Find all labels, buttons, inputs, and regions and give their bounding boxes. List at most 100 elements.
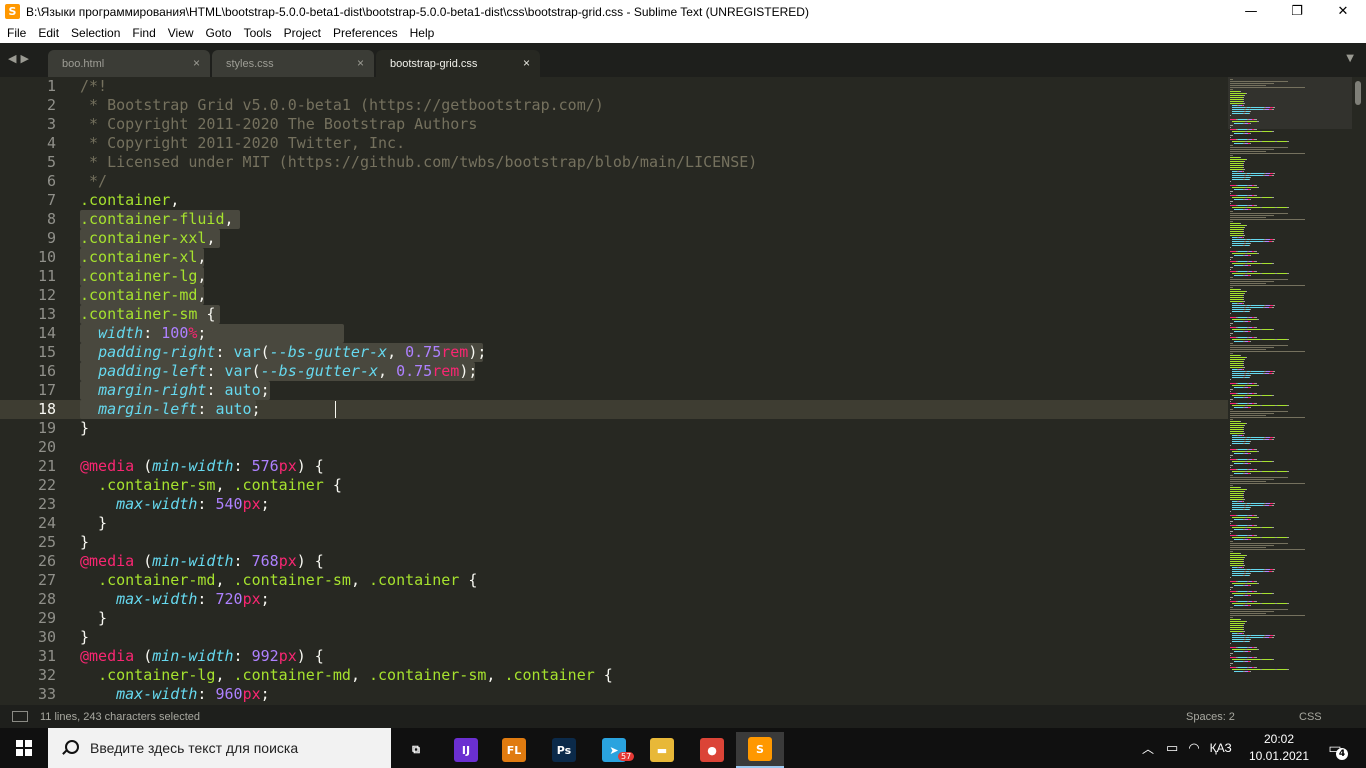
panel-toggle-icon[interactable]	[12, 711, 28, 722]
code-line[interactable]: @media (min-width: 768px) {	[80, 552, 324, 571]
code-line[interactable]: .container-sm, .container {	[80, 476, 342, 495]
menu-view[interactable]: View	[162, 26, 200, 40]
code-line[interactable]: }	[80, 514, 107, 533]
menu-tools[interactable]: Tools	[238, 26, 278, 40]
code-line[interactable]: * Bootstrap Grid v5.0.0-beta1 (https://g…	[80, 96, 604, 115]
code-line[interactable]: .container-lg, .container-md, .container…	[80, 666, 613, 685]
line-number[interactable]: 26	[0, 552, 56, 571]
tab-close-icon[interactable]: ×	[357, 56, 364, 70]
scrollbar-thumb[interactable]	[1355, 81, 1361, 105]
line-number[interactable]: 13	[0, 305, 56, 324]
tab-dropdown-icon[interactable]: ▼	[1346, 53, 1354, 64]
code-line[interactable]: padding-right: var(--bs-gutter-x, 0.75re…	[80, 343, 486, 362]
maximize-button[interactable]: ❐	[1274, 0, 1320, 23]
vertical-scrollbar[interactable]	[1352, 77, 1366, 705]
code-line[interactable]: max-width: 960px;	[80, 685, 270, 704]
line-number[interactable]: 29	[0, 609, 56, 628]
line-number[interactable]: 11	[0, 267, 56, 286]
code-line[interactable]: .container-xxl,	[80, 229, 215, 248]
code-line[interactable]: padding-left: var(--bs-gutter-x, 0.75rem…	[80, 362, 477, 381]
battery-icon[interactable]: ▭	[1166, 740, 1178, 756]
line-number[interactable]: 16	[0, 362, 56, 381]
line-number[interactable]: 18	[0, 400, 56, 419]
line-number[interactable]: 24	[0, 514, 56, 533]
taskbar-app-fl-studio[interactable]: FL	[490, 732, 538, 768]
line-number-gutter[interactable]: 1 2 3 4 5 6 7 8 9 10 11 12 13 14 15 16 17 18 19 20 21 22 23 24 2…	[0, 77, 68, 705]
line-number[interactable]: 22	[0, 476, 56, 495]
code-editor[interactable]: 1 2 3 4 5 6 7 8 9 10 11 12 13 14 15 16 17 18 19 20 21 22 23 24 2…	[0, 77, 1352, 705]
code-line[interactable]: .container,	[80, 191, 179, 210]
taskbar-app-intellij[interactable]: IJ	[442, 732, 490, 768]
menu-goto[interactable]: Goto	[200, 26, 238, 40]
line-number[interactable]: 10	[0, 248, 56, 267]
code-line[interactable]: max-width: 540px;	[80, 495, 270, 514]
start-button[interactable]	[0, 728, 48, 768]
line-number[interactable]: 4	[0, 134, 56, 153]
line-number[interactable]: 3	[0, 115, 56, 134]
minimize-button[interactable]: —	[1228, 0, 1274, 23]
taskbar-search[interactable]: Введите здесь текст для поиска	[48, 728, 391, 768]
code-line[interactable]: * Copyright 2011-2020 Twitter, Inc.	[80, 134, 405, 153]
menu-project[interactable]: Project	[278, 26, 327, 40]
menu-find[interactable]: Find	[126, 26, 161, 40]
menu-preferences[interactable]: Preferences	[327, 26, 404, 40]
menu-selection[interactable]: Selection	[65, 26, 126, 40]
tab-styles-css[interactable]: styles.css ×	[212, 50, 374, 77]
line-number[interactable]: 31	[0, 647, 56, 666]
line-number[interactable]: 2	[0, 96, 56, 115]
code-line[interactable]: .container-fluid,	[80, 210, 234, 229]
line-number[interactable]: 23	[0, 495, 56, 514]
line-number[interactable]: 32	[0, 666, 56, 685]
tab-bootstrap-grid-css[interactable]: bootstrap-grid.css ×	[376, 50, 540, 77]
line-number[interactable]: 17	[0, 381, 56, 400]
tab-close-icon[interactable]: ×	[523, 56, 530, 70]
line-number[interactable]: 21	[0, 457, 56, 476]
tab-nav-arrows-icon[interactable]: ◀▶	[8, 52, 33, 65]
code-line[interactable]: margin-left: auto;	[80, 400, 261, 419]
code-line[interactable]: margin-right: auto;	[80, 381, 270, 400]
code-line[interactable]: @media (min-width: 992px) {	[80, 647, 324, 666]
tab-close-icon[interactable]: ×	[193, 56, 200, 70]
line-number[interactable]: 25	[0, 533, 56, 552]
code-line[interactable]: .container-md,	[80, 286, 206, 305]
code-line[interactable]: .container-md, .container-sm, .container…	[80, 571, 477, 590]
menu-edit[interactable]: Edit	[32, 26, 65, 40]
syntax-status[interactable]: CSS	[1299, 711, 1322, 723]
code-line[interactable]: }	[80, 533, 89, 552]
code-line[interactable]: }	[80, 628, 89, 647]
code-line[interactable]: .container-lg,	[80, 267, 206, 286]
code-line[interactable]: * Licensed under MIT (https://github.com…	[80, 153, 757, 172]
close-button[interactable]: ✕	[1320, 0, 1366, 23]
line-number[interactable]: 12	[0, 286, 56, 305]
taskbar-app-telegram[interactable]: ➤ 57	[590, 732, 638, 768]
code-line[interactable]: width: 100%;	[80, 324, 206, 343]
line-number[interactable]: 8	[0, 210, 56, 229]
taskbar-app-photoshop[interactable]: Ps	[540, 732, 588, 768]
code-line[interactable]: .container-sm {	[80, 305, 215, 324]
menu-help[interactable]: Help	[404, 26, 441, 40]
line-number[interactable]: 30	[0, 628, 56, 647]
code-line[interactable]: }	[80, 609, 107, 628]
line-number[interactable]: 6	[0, 172, 56, 191]
line-number[interactable]: 5	[0, 153, 56, 172]
code-line[interactable]: * Copyright 2011-2020 The Bootstrap Auth…	[80, 115, 477, 134]
notification-center-icon[interactable]: ▭ 4	[1322, 738, 1348, 760]
code-line[interactable]: /*!	[80, 77, 107, 96]
code-line[interactable]: }	[80, 419, 89, 438]
line-number[interactable]: 1	[0, 77, 56, 96]
line-number[interactable]: 27	[0, 571, 56, 590]
code-line[interactable]: max-width: 720px;	[80, 590, 270, 609]
input-language[interactable]: ҚАЗ	[1210, 741, 1232, 755]
code-line[interactable]: .container-xl,	[80, 248, 206, 267]
wifi-icon[interactable]: ◠	[1188, 740, 1199, 756]
code-line[interactable]: */	[80, 172, 107, 191]
menu-file[interactable]: File	[1, 26, 32, 40]
taskbar-app-sublime-text[interactable]: S	[736, 732, 784, 768]
line-number[interactable]: 7	[0, 191, 56, 210]
tab-boo-html[interactable]: boo.html ×	[48, 50, 210, 77]
tray-chevron-icon[interactable]: ︿	[1142, 740, 1154, 757]
line-number[interactable]: 19	[0, 419, 56, 438]
line-number[interactable]: 33	[0, 685, 56, 704]
taskbar-app-chrome[interactable]: ●	[688, 732, 736, 768]
code-area[interactable]: /*! * Bootstrap Grid v5.0.0-beta1 (https…	[80, 77, 1220, 705]
